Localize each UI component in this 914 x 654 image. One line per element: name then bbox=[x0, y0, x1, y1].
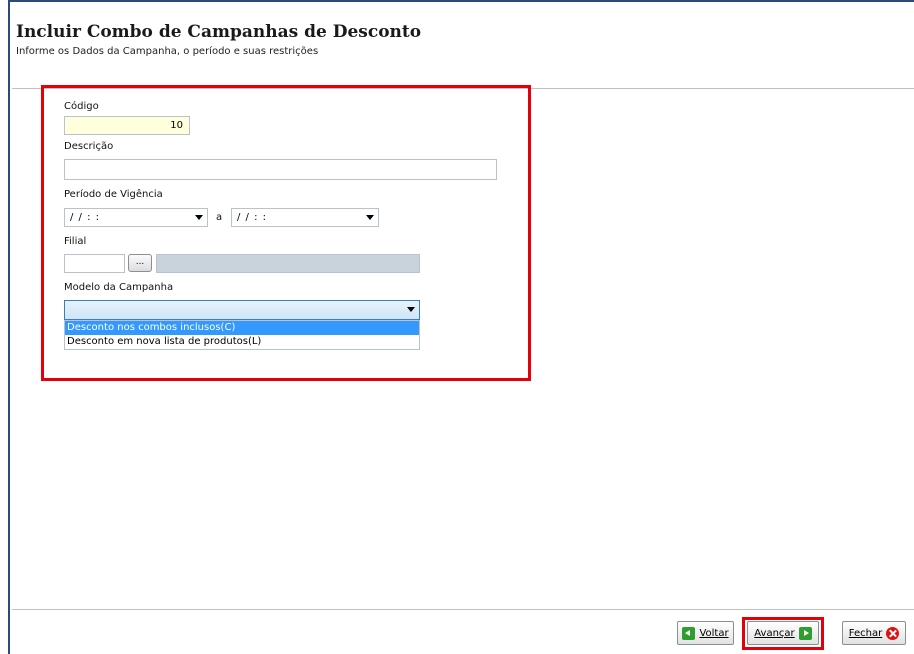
filial-input[interactable] bbox=[64, 254, 125, 273]
codigo-label: Código bbox=[64, 101, 99, 112]
filial-label: Filial bbox=[64, 236, 87, 247]
chevron-down-icon[interactable] bbox=[366, 215, 374, 220]
window-top-border bbox=[0, 0, 914, 2]
close-icon bbox=[886, 626, 900, 640]
descricao-label: Descrição bbox=[64, 141, 114, 152]
periodo-inicio-value: / / : : bbox=[70, 212, 101, 223]
fechar-button[interactable]: Fechar bbox=[842, 621, 906, 645]
chevron-down-icon[interactable] bbox=[195, 215, 203, 220]
footer-divider bbox=[12, 609, 914, 610]
modelo-dropdown-list: Desconto nos combos inclusos(C) Desconto… bbox=[64, 320, 420, 350]
periodo-inicio-picker[interactable]: / / : : bbox=[64, 208, 208, 227]
arrow-left-icon bbox=[682, 626, 696, 640]
voltar-label: Voltar bbox=[699, 627, 729, 639]
modelo-label: Modelo da Campanha bbox=[64, 282, 174, 293]
filial-name-field bbox=[156, 254, 420, 273]
avancar-highlight-box bbox=[742, 617, 824, 650]
voltar-button[interactable]: Voltar bbox=[677, 621, 734, 645]
periodo-label: Período de Vigência bbox=[64, 189, 163, 200]
modelo-option[interactable]: Desconto em nova lista de produtos(L) bbox=[65, 335, 419, 349]
page-subtitle: Informe os Dados da Campanha, o período … bbox=[16, 46, 319, 57]
filial-browse-button[interactable]: ... bbox=[128, 254, 152, 272]
periodo-fim-picker[interactable]: / / : : bbox=[231, 208, 379, 227]
modelo-option[interactable]: Desconto nos combos inclusos(C) bbox=[65, 321, 419, 335]
chevron-down-icon[interactable] bbox=[407, 307, 415, 312]
modelo-select[interactable] bbox=[64, 300, 420, 320]
codigo-input[interactable]: 10 bbox=[64, 116, 190, 135]
page-title: Incluir Combo de Campanhas de Desconto bbox=[16, 22, 422, 42]
descricao-input[interactable] bbox=[64, 159, 497, 180]
periodo-separator: a bbox=[216, 212, 223, 223]
window-left-border bbox=[0, 0, 10, 654]
periodo-fim-value: / / : : bbox=[237, 212, 268, 223]
fechar-label: Fechar bbox=[848, 627, 883, 639]
